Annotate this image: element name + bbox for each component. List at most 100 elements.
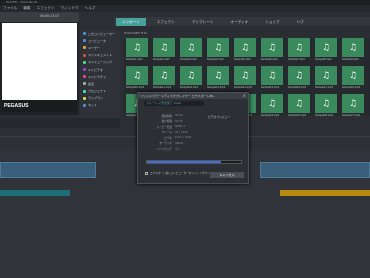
music-note-icon: ♫ — [153, 38, 175, 57]
music-note-icon: ♫ — [342, 38, 364, 57]
music-note-icon: ♫ — [126, 66, 148, 85]
music-note-icon: ♫ — [180, 66, 202, 85]
music-note-icon: ♫ — [261, 94, 283, 113]
media-thumb[interactable]: ♫ Sample11.mp3 — [153, 66, 175, 92]
media-thumb[interactable]: ♫ Sample14.mp3 — [234, 66, 256, 92]
info-value: MPEG-4 — [175, 125, 186, 129]
media-thumb[interactable]: ♫ Sample2.mp3 — [153, 38, 175, 64]
folder-icon — [83, 39, 86, 43]
menu-effects[interactable]: エフェクト — [37, 5, 55, 12]
info-key: 残り時間 — [161, 120, 172, 124]
media-thumb[interactable]: ♫ Sample24.mp3 — [261, 94, 283, 120]
media-thumb[interactable]: ♫ Sample6.mp3 — [261, 38, 283, 64]
tab-effects[interactable]: エフェクト — [151, 18, 181, 26]
music-note-icon: ♫ — [126, 38, 148, 57]
sidebar-item[interactable]: ライブラリ — [80, 95, 120, 102]
media-thumb-label: Sample13.mp3 — [207, 86, 226, 89]
sidebar-item-label: マイビデオ — [88, 67, 104, 72]
sidebar-item[interactable]: コンピュータ — [80, 37, 120, 44]
music-note-icon: ♫ — [342, 94, 364, 113]
tab-shop[interactable]: ショップ — [259, 18, 285, 26]
media-thumb[interactable]: ♫ Sample5.mp3 — [234, 38, 256, 64]
info-key: ビデオ — [164, 136, 172, 140]
folder-icon — [83, 68, 86, 72]
menu-edit[interactable]: 編集 — [23, 5, 30, 12]
sidebar-item[interactable]: ユーザー — [80, 44, 120, 51]
media-thumb[interactable]: ♫ Sample16.mp3 — [288, 66, 310, 92]
media-thumb[interactable]: ♫ Sample25.mp3 — [288, 94, 310, 120]
video-clip[interactable] — [260, 162, 370, 178]
close-icon[interactable]: × — [243, 93, 246, 99]
tab-import[interactable]: インポート — [116, 17, 146, 26]
sidebar-item[interactable]: マイミュージック — [80, 59, 120, 66]
progress-fill — [147, 161, 222, 163]
preview-screen[interactable] — [2, 23, 77, 100]
media-thumb[interactable]: ♫ Sample15.mp3 — [261, 66, 283, 92]
transport-controls[interactable] — [0, 118, 120, 128]
media-thumb[interactable]: ♫ Sample13.mp3 — [207, 66, 229, 92]
media-thumb-label: Sample26.mp3 — [315, 114, 334, 117]
tab-audio[interactable]: オーディオ — [224, 18, 254, 26]
sidebar-item-label: マイドキュメント — [88, 53, 113, 58]
media-thumb[interactable]: ♫ Sample4.mp3 — [207, 38, 229, 64]
media-thumb-label: Sample3.mp3 — [180, 58, 197, 61]
dialog-title: ソリッドステートディスクプレイヤー エクスポート中... — [138, 93, 248, 99]
media-thumb[interactable]: ♫ Sample18.mp3 — [342, 66, 364, 92]
music-note-icon: ♫ — [288, 94, 310, 113]
sidebar-item[interactable]: マイドキュメント — [80, 52, 120, 59]
shutdown-option[interactable]: エクスポート後にコンピューターをシャットダウン — [145, 171, 210, 175]
media-thumb[interactable]: ♫ Sample10.mp3 — [126, 66, 148, 92]
tab-hub[interactable]: ハブ — [291, 18, 310, 26]
media-thumb[interactable]: ♫ Sample1.mp3 — [126, 38, 148, 64]
audio-clip[interactable] — [280, 190, 370, 196]
media-thumb[interactable]: ♫ Sample17.mp3 — [315, 66, 337, 92]
media-thumb[interactable]: ♫ Sample27.mp3 — [342, 94, 364, 120]
media-thumb[interactable]: ♫ Sample12.mp3 — [180, 66, 202, 92]
media-tabs: インポート エフェクト テンプレート オーディオ ショップ ハブ — [114, 17, 370, 26]
info-key: フレーム — [161, 131, 172, 135]
sidebar-item-label: ライブラリ — [88, 96, 104, 101]
info-row: ハードウェア オン — [138, 146, 191, 152]
info-key: ムービー形式 — [156, 125, 172, 129]
sidebar-item[interactable]: マイビデオ — [80, 66, 120, 73]
sidebar-item[interactable]: 最近 — [80, 80, 120, 87]
audio-clip[interactable] — [0, 190, 70, 196]
breadcrumb: EXPLORER FITS — [124, 31, 148, 35]
media-thumb[interactable]: ♫ Sample26.mp3 — [315, 94, 337, 120]
shutdown-checkbox[interactable] — [145, 171, 148, 175]
menu-bar: ファイル 編集 エフェクト ウィンドウ ヘルプ — [0, 5, 370, 12]
media-thumb[interactable]: ♫ Sample8.mp3 — [315, 38, 337, 64]
browser-toolbar — [120, 26, 370, 36]
media-thumb-label: Sample17.mp3 — [315, 86, 334, 89]
media-thumb-label: Sample1.mp3 — [126, 58, 143, 61]
video-clip[interactable] — [0, 162, 96, 178]
folder-icon — [83, 60, 86, 64]
media-thumb-label: Sample5.mp3 — [234, 58, 251, 61]
media-thumb-label: Sample11.mp3 — [153, 86, 172, 89]
menu-window[interactable]: ウィンドウ — [61, 5, 79, 12]
folder-icon — [83, 53, 86, 57]
media-thumb[interactable]: ♫ Sample3.mp3 — [180, 38, 202, 64]
music-note-icon: ♫ — [342, 66, 364, 85]
media-thumb[interactable]: ♫ Sample9.mp3 — [342, 38, 364, 64]
menu-help[interactable]: ヘルプ — [85, 5, 96, 12]
tab-templates[interactable]: テンプレート — [186, 18, 219, 26]
preview-logo: PEGASUS — [2, 100, 77, 112]
media-thumb[interactable]: ♫ Sample7.mp3 — [288, 38, 310, 64]
folder-icon — [83, 103, 86, 107]
folder-icon — [83, 89, 86, 93]
sidebar-item[interactable]: このコンピューター — [80, 30, 120, 37]
media-thumb-label: Sample18.mp3 — [342, 86, 361, 89]
media-thumb-label: Sample7.mp3 — [288, 58, 305, 61]
sidebar-item[interactable]: プロジェクト — [80, 88, 120, 95]
info-value: 1920 x 1080 — [175, 136, 192, 140]
folder-icon — [83, 82, 86, 86]
sidebar-item-label: ユーザー — [88, 45, 100, 50]
sidebar-item[interactable]: ネット — [80, 102, 120, 109]
sidebar-item[interactable]: マイピクチャ — [80, 73, 120, 80]
menu-file[interactable]: ファイル — [3, 5, 17, 12]
export-filename: ブルーレイ形式完了.mp4 — [144, 101, 204, 106]
cancel-button[interactable]: キャンセル — [210, 172, 244, 178]
music-note-icon: ♫ — [180, 38, 202, 57]
music-note-icon: ♫ — [261, 66, 283, 85]
